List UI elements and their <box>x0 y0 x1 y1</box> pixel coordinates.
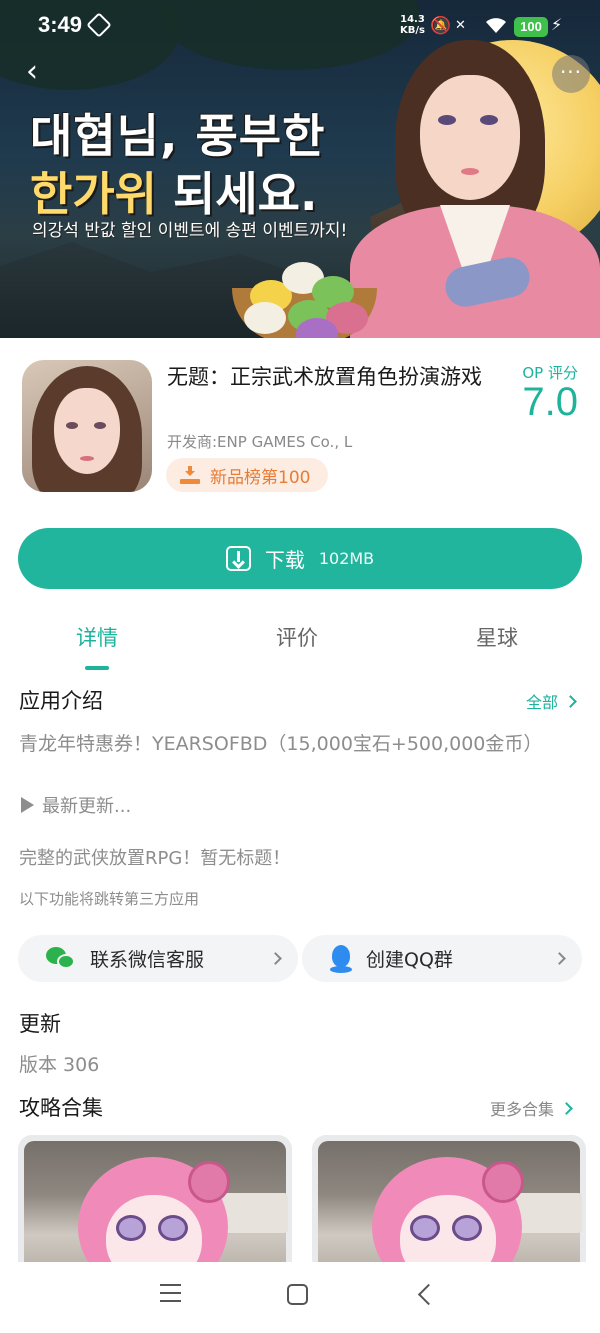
download-size: 102MB <box>318 549 375 568</box>
network-speed: 14.3 KB/s <box>400 14 425 36</box>
character-eye <box>438 115 456 125</box>
qq-group-button[interactable]: 创建QQ群 <box>302 935 582 982</box>
banner-subtitle: 의강석 반값 할인 이벤트에 송편 이벤트까지! <box>32 221 348 241</box>
app-title: 无题：正宗武术放置角色扮演游戏 <box>167 365 482 389</box>
guides-more-link[interactable]: 更多合集 <box>490 1096 573 1120</box>
intro-description: 青龙年特惠券！YEARSOFBD（15,000宝石+500,000金币） <box>19 733 543 755</box>
character-face <box>420 75 520 200</box>
guide-card-character-glasses <box>158 1215 188 1241</box>
back-button[interactable]: ‹ <box>26 57 50 87</box>
chevron-right-icon <box>564 694 577 708</box>
guide-card-character-bun <box>188 1161 230 1203</box>
character-lips <box>461 168 479 175</box>
network-speed-value: 14.3 <box>400 14 425 25</box>
download-rank-icon <box>180 466 200 484</box>
intro-more-label: 全部 <box>526 693 559 712</box>
battery-icon: 100 <box>514 17 548 37</box>
third-party-note: 以下功能将跳转第三方应用 <box>19 890 200 908</box>
download-icon <box>225 546 251 571</box>
guide-card[interactable] <box>312 1135 586 1275</box>
mute-icon: 🔕 <box>430 16 452 36</box>
guide-card[interactable] <box>18 1135 292 1275</box>
home-icon[interactable] <box>287 1284 308 1305</box>
download-button[interactable]: 下载 102MB <box>18 528 582 589</box>
chevron-right-icon <box>553 952 566 965</box>
no-signal-icon: ✕ <box>455 18 466 33</box>
recent-apps-icon[interactable] <box>160 1284 181 1302</box>
chevron-right-icon <box>269 952 282 965</box>
app-icon <box>22 360 152 492</box>
guide-card-character-glasses <box>410 1215 440 1241</box>
tab-active-indicator <box>85 666 109 670</box>
update-title: 更新 <box>19 1012 61 1036</box>
app-icon-eye <box>66 422 78 429</box>
guide-card-character-glasses <box>116 1215 146 1241</box>
back-icon[interactable] <box>417 1283 440 1306</box>
system-nav-bar <box>0 1262 600 1333</box>
charging-icon: ⚡ <box>551 15 563 34</box>
rank-badge-label: 新品榜第100 <box>210 467 311 488</box>
banner-headline: 대협님, 풍부한 <box>30 109 326 163</box>
tab-bar: 详情 评价 星球 <box>0 622 600 670</box>
network-speed-unit: KB/s <box>400 25 425 36</box>
hero-banner[interactable]: 대협님, 풍부한 한가위 되세요. 의강석 반값 할인 이벤트에 송편 이벤트까… <box>0 0 600 338</box>
guide-card-character-bun <box>482 1161 524 1203</box>
tab-details[interactable]: 详情 <box>37 622 157 652</box>
app-icon-eye <box>94 422 106 429</box>
status-bar: 3:49 14.3 KB/s 🔕 ✕ 100 ⚡ <box>0 0 600 56</box>
character-eye <box>480 115 498 125</box>
download-label: 下载 <box>264 548 305 572</box>
songpyeon-illustration <box>244 302 286 334</box>
intro-more-link[interactable]: 全部 <box>526 689 577 713</box>
latest-update-toggle[interactable]: 最新更新... <box>21 792 131 818</box>
banner-headline-rest: 되세요. <box>156 167 318 221</box>
tab-reviews[interactable]: 评价 <box>237 622 357 652</box>
intro-summary: 完整的武侠放置RPG！暂无标题！ <box>19 848 291 869</box>
version-label: 版本 306 <box>19 1054 100 1076</box>
more-options-button[interactable]: ··· <box>552 55 590 93</box>
qq-group-label: 创建QQ群 <box>366 949 453 971</box>
chevron-right-icon <box>560 1101 573 1115</box>
score-value: 7.0 <box>522 380 578 424</box>
rank-badge[interactable]: 新品榜第100 <box>166 458 329 492</box>
wechat-support-button[interactable]: 联系微信客服 <box>18 935 298 982</box>
intro-title: 应用介绍 <box>19 689 103 713</box>
latest-update-label: 最新更新... <box>42 796 132 817</box>
banner-headline-highlight: 한가위 <box>30 167 157 221</box>
wechat-icon <box>46 946 76 971</box>
wifi-icon <box>484 16 508 39</box>
wechat-support-label: 联系微信客服 <box>90 949 205 971</box>
guides-more-label: 更多合集 <box>490 1100 555 1119</box>
banner-headline-2: 한가위 되세요. <box>30 158 317 224</box>
status-time: 3:49 <box>38 12 83 37</box>
expand-triangle-icon <box>21 797 34 813</box>
qq-icon <box>330 944 352 973</box>
tab-planet[interactable]: 星球 <box>437 622 557 652</box>
settings-icon <box>86 12 112 38</box>
app-icon-face <box>54 388 120 474</box>
guides-title: 攻略合集 <box>19 1096 103 1120</box>
app-icon-lips <box>80 456 94 461</box>
developer-label[interactable]: 开发商:ENP GAMES Co., L <box>167 431 352 452</box>
guide-card-character-glasses <box>452 1215 482 1241</box>
